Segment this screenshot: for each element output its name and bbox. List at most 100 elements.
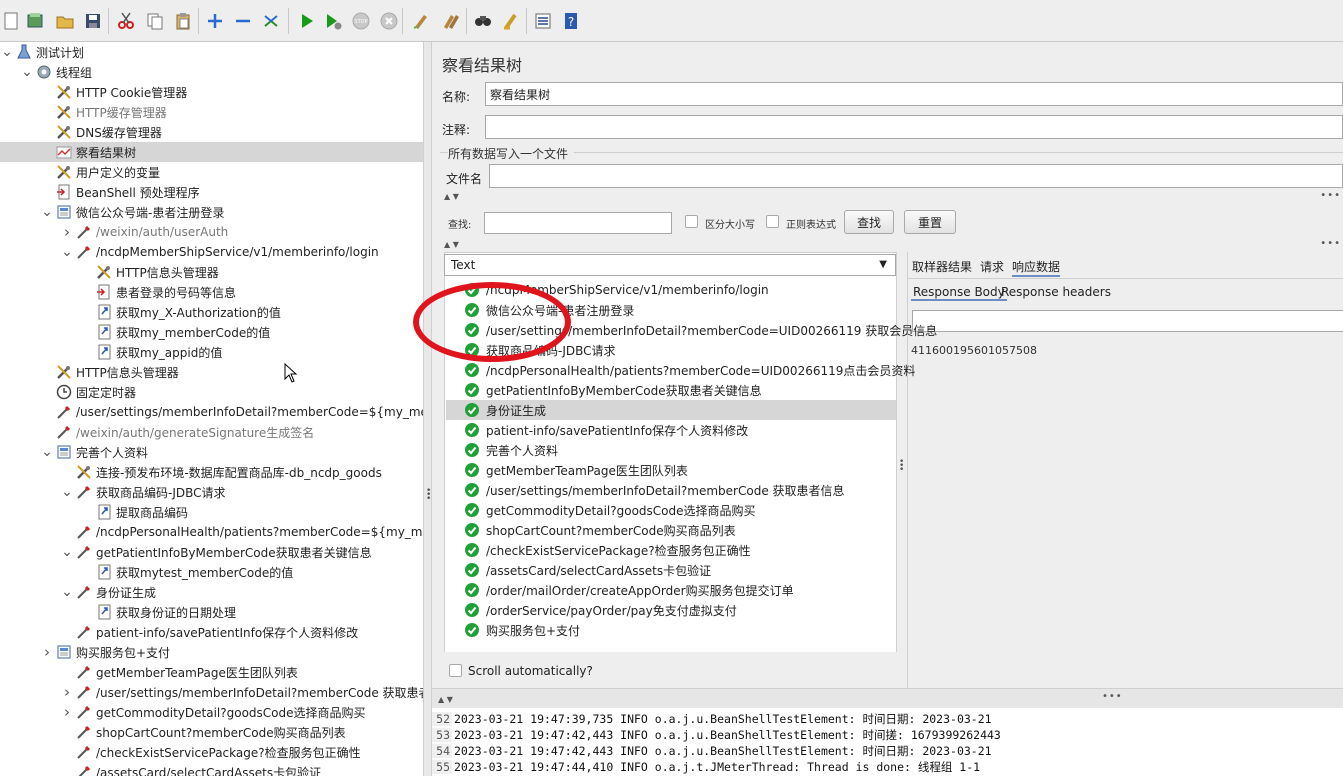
tree-node[interactable]: ⌄ 身份证生成 bbox=[0, 582, 423, 602]
result-item[interactable]: 身份证生成 bbox=[446, 400, 896, 420]
tab-request[interactable]: 请求 bbox=[980, 258, 1004, 275]
tree-node[interactable]: /user/settings/memberInfoDetail?memberCo… bbox=[0, 402, 423, 422]
tree-node[interactable]: 用户定义的变量 bbox=[0, 162, 423, 182]
renderer-select[interactable]: Text ▼ bbox=[444, 254, 896, 276]
collapse-icon[interactable] bbox=[232, 10, 254, 32]
tree-node[interactable]: ⌄ 测试计划 bbox=[0, 42, 423, 62]
result-item[interactable]: shopCartCount?memberCode购买商品列表 bbox=[446, 520, 896, 540]
tree-node[interactable]: › 购买服务包+支付 bbox=[0, 642, 423, 662]
tree-node[interactable]: 连接-预发布环境-数据库配置商品库-db_ncdp_goods bbox=[0, 462, 423, 482]
result-item[interactable]: 完善个人资料 bbox=[446, 440, 896, 460]
result-item[interactable]: /ncdpPersonalHealth/patients?memberCode=… bbox=[446, 360, 915, 380]
test-plan-tree[interactable]: ⌄ 测试计划 ⌄ 线程组 HTTP Cookie管理器 HTTP缓存管理器 DNS缓存管理器… bbox=[0, 42, 423, 776]
result-item[interactable]: /assetsCard/selectCardAssets卡包验证 bbox=[446, 560, 896, 580]
stop-icon[interactable]: STOP bbox=[350, 10, 372, 32]
collapse-arrow-icon[interactable]: ⌄ bbox=[61, 482, 73, 502]
expand-arrow-icon[interactable]: › bbox=[61, 682, 73, 702]
tree-node[interactable]: ⌄ 获取商品编码-JDBC请求 bbox=[0, 482, 423, 502]
shutdown-icon[interactable] bbox=[378, 10, 400, 32]
tree-node[interactable]: HTTP Cookie管理器 bbox=[0, 82, 423, 102]
start-no-pause-icon[interactable] bbox=[322, 10, 344, 32]
result-item[interactable]: /orderService/payOrder/pay免支付虚拟支付 bbox=[446, 600, 896, 620]
result-item[interactable]: 购买服务包+支付 bbox=[446, 620, 896, 640]
search-input[interactable] bbox=[484, 212, 672, 234]
copy-icon[interactable] bbox=[144, 10, 166, 32]
result-item[interactable]: getMemberTeamPage医生团队列表 bbox=[446, 460, 896, 480]
tree-node[interactable]: 获取mytest_memberCode的值 bbox=[0, 562, 423, 582]
case-sensitive-checkbox[interactable] bbox=[685, 215, 698, 228]
tree-node[interactable]: DNS缓存管理器 bbox=[0, 122, 423, 142]
tree-node[interactable]: 患者登录的号码等信息 bbox=[0, 282, 423, 302]
result-item[interactable]: /order/mailOrder/createAppOrder购买服务包提交订单 bbox=[446, 580, 896, 600]
tree-node[interactable]: 获取my_memberCode的值 bbox=[0, 322, 423, 342]
save-icon[interactable] bbox=[82, 10, 104, 32]
tree-node[interactable]: /ncdpPersonalHealth/patients?memberCode=… bbox=[0, 522, 423, 542]
response-search-input[interactable] bbox=[912, 310, 1343, 332]
scroll-auto-checkbox[interactable] bbox=[449, 664, 462, 677]
tree-splitter[interactable]: • • • bbox=[423, 42, 432, 776]
tree-node[interactable]: 获取my_X-Authorization的值 bbox=[0, 302, 423, 322]
result-item[interactable]: getPatientInfoByMemberCode获取患者关键信息 bbox=[446, 380, 896, 400]
cut-icon[interactable] bbox=[115, 10, 137, 32]
reset-search-icon[interactable] bbox=[500, 10, 522, 32]
tree-node[interactable]: patient-info/savePatientInfo保存个人资料修改 bbox=[0, 622, 423, 642]
tree-node[interactable]: shopCartCount?memberCode购买商品列表 bbox=[0, 722, 423, 742]
subtab-response-body[interactable]: Response Body bbox=[911, 285, 1007, 301]
collapse-arrow-icon[interactable]: ⌄ bbox=[1, 42, 13, 62]
expand-icon[interactable] bbox=[204, 10, 226, 32]
clear-all-icon[interactable] bbox=[440, 10, 462, 32]
upper-splitter[interactable]: ▲ ▼ ••• bbox=[432, 190, 1343, 202]
collapse-arrow-icon[interactable]: ⌄ bbox=[61, 542, 73, 562]
tree-node[interactable]: ⌄ /ncdpMemberShipService/v1/memberinfo/lo… bbox=[0, 242, 423, 262]
tree-node[interactable]: /assetsCard/selectCardAssets卡包验证 bbox=[0, 762, 423, 776]
tree-node[interactable]: › /weixin/auth/userAuth bbox=[0, 222, 423, 242]
result-item[interactable]: /checkExistServicePackage?检查服务包正确性 bbox=[446, 540, 896, 560]
result-item[interactable]: patient-info/savePatientInfo保存个人资料修改 bbox=[446, 420, 896, 440]
filename-field[interactable] bbox=[489, 164, 1343, 188]
comment-field[interactable] bbox=[485, 115, 1343, 139]
function-helper-icon[interactable] bbox=[532, 10, 554, 32]
subtab-response-headers[interactable]: Response headers bbox=[1001, 285, 1111, 299]
tree-node[interactable]: BeanShell 预处理程序 bbox=[0, 182, 423, 202]
tree-node[interactable]: HTTP信息头管理器 bbox=[0, 262, 423, 282]
name-field[interactable]: 察看结果树 bbox=[485, 82, 1343, 106]
find-button[interactable]: 查找 bbox=[844, 210, 894, 234]
tree-node[interactable]: /checkExistServicePackage?检查服务包正确性 bbox=[0, 742, 423, 762]
log-splitter[interactable]: ▲ ▼ ••• bbox=[432, 688, 1343, 708]
expand-arrow-icon[interactable]: › bbox=[61, 222, 73, 242]
tree-node[interactable]: HTTP缓存管理器 bbox=[0, 102, 423, 122]
tree-node[interactable]: getMemberTeamPage医生团队列表 bbox=[0, 662, 423, 682]
collapse-arrow-icon[interactable]: ⌄ bbox=[61, 242, 73, 262]
tree-node[interactable]: 察看结果树 bbox=[0, 142, 423, 162]
expand-arrow-icon[interactable]: › bbox=[41, 642, 53, 662]
expand-arrow-icon[interactable]: › bbox=[61, 702, 73, 722]
tree-node[interactable]: 获取身份证的日期处理 bbox=[0, 602, 423, 622]
tree-node[interactable]: ⌄ 线程组 bbox=[0, 62, 423, 82]
tab-response-data[interactable]: 响应数据 bbox=[1012, 258, 1061, 277]
clear-icon[interactable] bbox=[410, 10, 432, 32]
result-item[interactable]: /user/settings/memberInfoDetail?memberCo… bbox=[446, 480, 896, 500]
reset-button[interactable]: 重置 bbox=[904, 210, 956, 234]
tree-node[interactable]: ⌄ getPatientInfoByMemberCode获取患者关键信息 bbox=[0, 542, 423, 562]
tree-node[interactable]: ⌄ 完善个人资料 bbox=[0, 442, 423, 462]
open-icon[interactable] bbox=[54, 10, 76, 32]
collapse-arrow-icon[interactable]: ⌄ bbox=[41, 442, 53, 462]
toggle-icon[interactable] bbox=[260, 10, 282, 32]
tab-sampler-result[interactable]: 取样器结果 bbox=[912, 258, 972, 275]
tree-node[interactable]: ⌄ 微信公众号端-患者注册登录 bbox=[0, 202, 423, 222]
new-icon[interactable] bbox=[0, 10, 22, 32]
tree-node[interactable]: › getCommodityDetail?goodsCode选择商品购买 bbox=[0, 702, 423, 722]
collapse-arrow-icon[interactable]: ⌄ bbox=[41, 202, 53, 222]
results-splitter[interactable]: • • • bbox=[897, 252, 907, 688]
collapse-arrow-icon[interactable]: ⌄ bbox=[61, 582, 73, 602]
middle-splitter[interactable]: ▲ ▼ ••• bbox=[432, 238, 1343, 250]
start-icon[interactable] bbox=[296, 10, 318, 32]
tree-node[interactable]: › /user/settings/memberInfoDetail?memberC… bbox=[0, 682, 423, 702]
help-icon[interactable]: ? bbox=[560, 10, 582, 32]
collapse-arrow-icon[interactable]: ⌄ bbox=[21, 62, 33, 82]
search-icon[interactable] bbox=[472, 10, 494, 32]
templates-icon[interactable] bbox=[24, 10, 46, 32]
tree-node[interactable]: 固定定时器 bbox=[0, 382, 423, 402]
tree-node[interactable]: 获取my_appid的值 bbox=[0, 342, 423, 362]
tree-node[interactable]: /weixin/auth/generateSignature生成签名 bbox=[0, 422, 423, 442]
